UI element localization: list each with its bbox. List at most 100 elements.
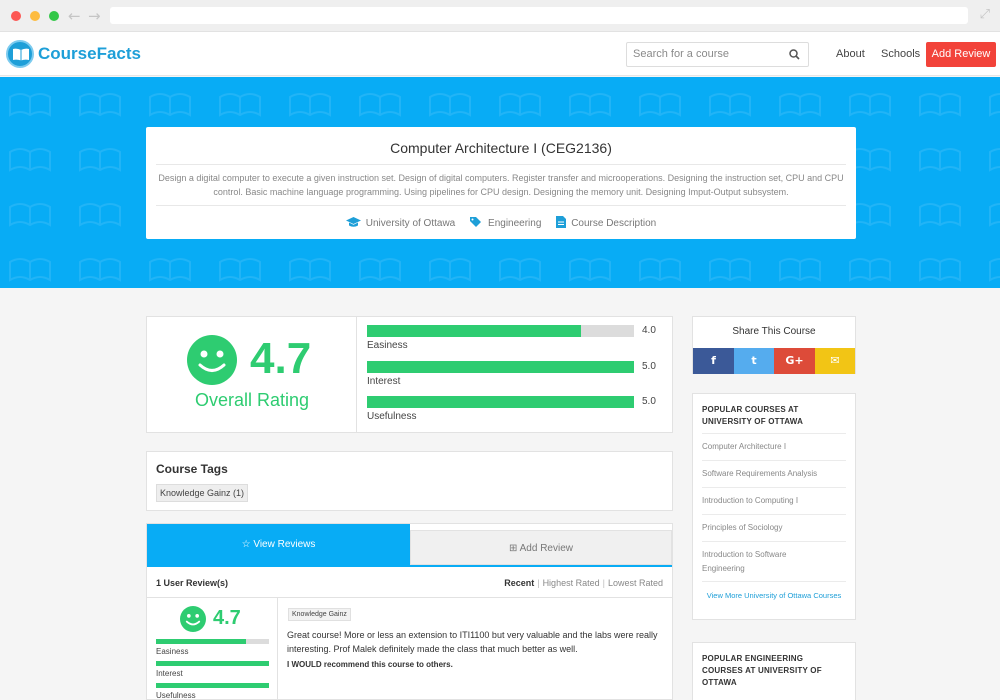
browser-chrome: ← → ⤢ <box>0 0 1000 32</box>
share-facebook-button[interactable]: f <box>693 348 734 374</box>
tabs-underline <box>147 565 672 567</box>
course-tags-title: Course Tags <box>156 462 228 476</box>
metric-easiness: 4.0 Easiness <box>367 325 667 355</box>
review-metric-interest: Interest <box>156 661 269 679</box>
popular-course-link[interactable]: Introduction to Computing I <box>702 494 846 508</box>
review-recommendation: I WOULD recommend this course to others. <box>287 660 453 669</box>
smiley-face-icon <box>180 606 206 632</box>
divider <box>702 541 846 542</box>
close-window-button[interactable] <box>11 11 21 21</box>
divider <box>156 164 846 165</box>
faculty-link[interactable]: Engineering <box>470 217 541 229</box>
share-panel: Share This Course f t G+ ✉ <box>692 316 856 374</box>
metric-value: 5.0 <box>642 361 656 372</box>
metric-interest: 5.0 Interest <box>367 361 667 391</box>
popular-course-link[interactable]: Software Requirements Analysis <box>702 467 846 481</box>
progress-fill <box>156 639 247 644</box>
tags-icon <box>470 217 482 227</box>
nav-schools-link[interactable]: Schools <box>881 48 920 60</box>
tab-label: View Reviews <box>253 539 316 550</box>
share-twitter-button[interactable]: t <box>734 348 774 374</box>
review-text: Great course! More or less an extension … <box>287 630 658 654</box>
brand-name[interactable]: CourseFacts <box>38 44 141 64</box>
tab-view-reviews[interactable]: ☆ View Reviews <box>147 524 410 565</box>
progress-fill <box>156 683 269 688</box>
course-meta: University of Ottawa Engineering Course … <box>146 216 856 229</box>
search-input[interactable] <box>633 48 783 60</box>
tag-chip[interactable]: Knowledge Gainz (1) <box>156 484 249 502</box>
google-plus-icon: G+ <box>785 354 804 367</box>
divider <box>156 205 846 206</box>
progress-track <box>156 661 269 666</box>
divider <box>702 581 846 582</box>
maximize-window-button[interactable] <box>49 11 59 21</box>
progress-fill <box>367 361 634 373</box>
metric-label: Usefulness <box>156 691 196 700</box>
twitter-icon: t <box>751 354 757 367</box>
share-title: Share This Course <box>732 326 816 337</box>
metric-value: 5.0 <box>642 396 656 407</box>
progress-track <box>156 639 269 644</box>
metric-label: Interest <box>156 669 183 678</box>
view-more-courses-link[interactable]: View More University of Ottawa Courses <box>702 590 846 602</box>
divider <box>702 514 846 515</box>
overall-rating: 4.7 Overall Rating <box>147 317 357 432</box>
document-icon <box>556 216 567 228</box>
popular-engineering-title: POPULAR ENGINEERING COURSES AT UNIVERSIT… <box>702 654 822 687</box>
sort-lowest[interactable]: Lowest Rated <box>608 578 663 588</box>
search-box <box>626 42 809 67</box>
review-count: 1 User Review(s) <box>156 578 229 588</box>
add-review-button[interactable]: Add Review <box>926 42 996 67</box>
university-link[interactable]: University of Ottawa <box>345 217 456 229</box>
progress-track <box>367 361 634 373</box>
progress-track <box>367 396 634 408</box>
reviews-panel: ☆ View Reviews ⊞ Add Review 1 User Revie… <box>146 523 673 700</box>
rating-summary: 4.7 Overall Rating 4.0 Easiness 5.0 Inte… <box>146 316 673 433</box>
popular-course-link[interactable]: Computer Architecture I <box>702 440 846 454</box>
popular-course-link[interactable]: Introduction to Software Engineering <box>702 548 812 576</box>
share-email-button[interactable]: ✉ <box>815 348 855 374</box>
metric-label: Easiness <box>367 340 408 351</box>
metric-label: Easiness <box>156 647 189 656</box>
review-metric-usefulness: Usefulness <box>156 683 269 700</box>
review-score: 4.7 <box>213 607 241 629</box>
sort-highest[interactable]: Highest Rated <box>543 578 600 588</box>
divider <box>702 487 846 488</box>
progress-fill <box>156 661 269 666</box>
review-tag[interactable]: Knowledge Gainz <box>288 608 351 621</box>
overall-score: 4.7 <box>250 334 312 383</box>
sort-recent[interactable]: Recent <box>504 578 534 588</box>
plus-square-icon: ⊞ <box>509 543 518 554</box>
nav-about-link[interactable]: About <box>836 48 865 60</box>
star-icon: ☆ <box>241 539 251 550</box>
popular-engineering-panel: POPULAR ENGINEERING COURSES AT UNIVERSIT… <box>692 642 856 700</box>
address-bar[interactable] <box>110 7 968 24</box>
review-metric-easiness: Easiness <box>156 639 269 657</box>
search-icon[interactable] <box>789 49 800 63</box>
metric-label: Usefulness <box>367 411 417 422</box>
graduation-cap-icon <box>345 217 361 227</box>
popular-course-link[interactable]: Principles of Sociology <box>702 521 846 535</box>
book-logo-icon[interactable] <box>6 40 34 68</box>
back-arrow-icon[interactable]: ← <box>68 7 81 25</box>
course-info-card: Computer Architecture I (CEG2136) Design… <box>146 127 856 239</box>
smiley-face-icon <box>187 335 237 385</box>
progress-track <box>156 683 269 688</box>
forward-arrow-icon[interactable]: → <box>88 7 101 25</box>
share-google-plus-button[interactable]: G+ <box>774 348 815 374</box>
review-sort: Recent | Highest Rated | Lowest Rated <box>504 578 663 588</box>
divider <box>702 433 846 434</box>
faculty-label: Engineering <box>488 218 542 229</box>
fullscreen-icon[interactable]: ⤢ <box>980 7 990 22</box>
progress-track <box>367 325 634 337</box>
university-label: University of Ottawa <box>365 218 456 229</box>
minimize-window-button[interactable] <box>30 11 40 21</box>
overall-rating-label: Overall Rating <box>194 390 310 410</box>
separator: | <box>602 578 605 588</box>
popular-courses-panel: POPULAR COURSES AT UNIVERSITY OF OTTAWA … <box>692 393 856 620</box>
progress-fill <box>367 396 634 408</box>
course-tags: Course Tags Knowledge Gainz (1) <box>146 451 673 511</box>
course-description-label: Course Description <box>571 218 657 229</box>
course-description-link[interactable]: Course Description <box>556 216 656 229</box>
tab-add-review[interactable]: ⊞ Add Review <box>410 530 672 565</box>
